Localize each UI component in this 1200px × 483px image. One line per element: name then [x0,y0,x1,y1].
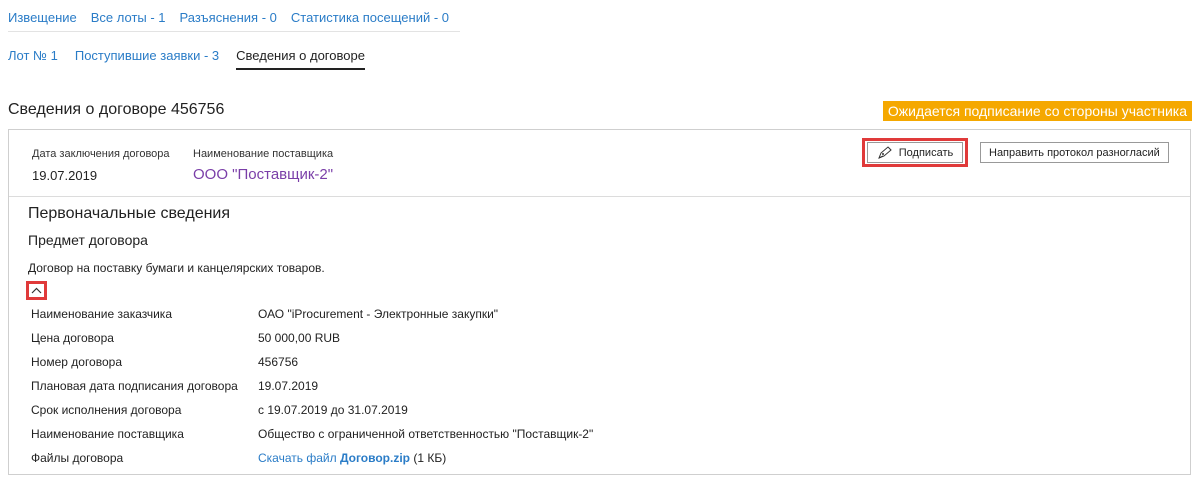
contract-card: Дата заключения договора 19.07.2019 Наим… [8,129,1191,475]
tab-visit-stats[interactable]: Статистика посещений - 0 [291,8,449,27]
tab-lot-1[interactable]: Лот № 1 [8,46,58,70]
tab-all-lots[interactable]: Все лоты - 1 [91,8,166,27]
contract-details-table: Наименование заказчика ОАО "iProcurement… [31,302,593,470]
detail-value: Общество с ограниченной ответственностью… [258,427,594,441]
detail-value: Скачать файл Договор.zip (1 КБ) [258,451,446,465]
detail-key: Номер договора [31,355,122,369]
detail-key: Наименование заказчика [31,307,172,321]
tab-applications[interactable]: Поступившие заявки - 3 [75,46,219,70]
detail-row: Цена договора 50 000,00 RUB [31,326,593,350]
top-tabs-divider [8,31,460,32]
supplier-label: Наименование поставщика [193,148,334,160]
tab-contract-info[interactable]: Сведения о договоре [236,46,365,70]
detail-row: Срок исполнения договора с 19.07.2019 до… [31,398,593,422]
section-subtitle: Предмет договора [28,232,148,248]
contract-subject: Договор на поставку бумаги и канцелярски… [28,261,325,275]
detail-value: с 19.07.2019 до 31.07.2019 [258,403,408,417]
detail-key: Наименование поставщика [31,427,184,441]
detail-row: Номер договора 456756 [31,350,593,374]
detail-key: Плановая дата подписания договора [31,379,238,393]
supplier-link[interactable]: ООО "Поставщик-2" [193,166,333,183]
sign-button-highlight: Подписать [862,138,968,167]
sign-button[interactable]: Подписать [867,142,963,163]
download-file-link[interactable]: Скачать файл [258,451,337,465]
lot-tabs: Лот № 1 Поступившие заявки - 3 Сведения … [8,46,382,70]
detail-key: Срок исполнения договора [31,403,182,417]
detail-value: 19.07.2019 [258,379,319,393]
detail-key: Файлы договора [31,451,124,465]
top-tabs: Извещение Все лоты - 1 Разъяснения - 0 С… [8,8,463,27]
detail-row: Наименование заказчика ОАО "iProcurement… [31,302,593,326]
detail-value: 456756 [258,355,299,369]
supplier-field: Наименование поставщика ООО "Поставщик-2… [193,148,333,183]
detail-value: ОАО "iProcurement - Электронные закупки" [258,307,499,321]
sign-button-label: Подписать [898,146,954,159]
tab-clarifications[interactable]: Разъяснения - 0 [180,8,277,27]
detail-row: Плановая дата подписания договора 19.07.… [31,374,593,398]
file-name-link[interactable]: Договор.zip [340,451,410,465]
file-size: (1 КБ) [413,451,447,465]
section-title: Первоначальные сведения [28,205,231,222]
collapse-button[interactable] [26,281,47,300]
contract-date-value: 19.07.2019 [32,168,98,183]
detail-row-files: Файлы договора Скачать файл Договор.zip … [31,446,593,470]
detail-key: Цена договора [31,331,114,345]
status-badge: Ожидается подписание со стороны участник… [882,101,1192,121]
page-title: Сведения о договоре 456756 [8,101,225,118]
chevron-up-icon [31,287,42,294]
send-protocol-button[interactable]: Направить протокол разногласий [980,142,1169,163]
contract-date-label: Дата заключения договора [32,148,170,160]
tab-notice[interactable]: Извещение [8,8,77,27]
detail-row: Наименование поставщика Общество с огран… [31,422,593,446]
detail-value: 50 000,00 RUB [258,331,341,345]
contract-date-field: Дата заключения договора 19.07.2019 [32,148,170,183]
contract-card-header: Дата заключения договора 19.07.2019 Наим… [9,130,1190,197]
pen-icon [877,145,892,159]
